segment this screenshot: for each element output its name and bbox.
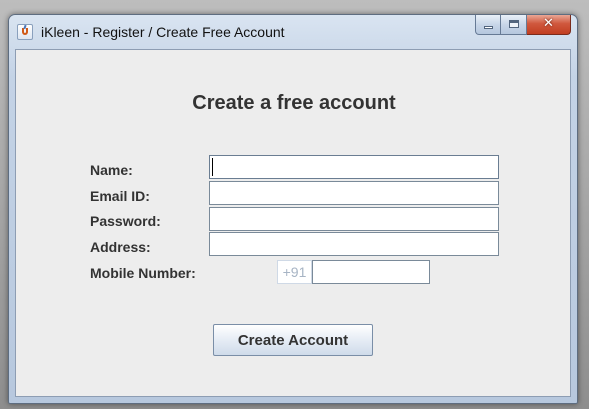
title-bar[interactable]: iKleen - Register / Create Free Account … [9, 15, 577, 49]
register-window: iKleen - Register / Create Free Account … [8, 14, 578, 404]
text-caret [212, 158, 213, 176]
maximize-icon [509, 20, 519, 28]
country-code-prefix: +91 [277, 260, 312, 284]
form-heading: Create a free account [192, 92, 396, 114]
mobile-input[interactable] [312, 260, 430, 284]
name-input[interactable] [209, 155, 499, 179]
create-account-button[interactable]: Create Account [213, 324, 373, 356]
minimize-icon [484, 26, 493, 29]
minimize-button[interactable] [475, 15, 501, 35]
mobile-label: Mobile Number: [90, 265, 196, 281]
password-input[interactable] [209, 207, 499, 231]
email-input[interactable] [209, 181, 499, 205]
maximize-button[interactable] [501, 15, 527, 35]
address-input[interactable] [209, 232, 499, 256]
window-controls: ✕ [475, 15, 571, 37]
close-icon: ✕ [543, 16, 554, 31]
email-label: Email ID: [90, 188, 150, 204]
name-label: Name: [90, 162, 133, 178]
window-title: iKleen - Register / Create Free Account [41, 24, 285, 40]
address-label: Address: [90, 239, 151, 255]
java-cup-icon[interactable] [17, 24, 33, 40]
password-label: Password: [90, 213, 161, 229]
form-panel: Create a free account Name: Email ID: Pa… [15, 49, 571, 397]
close-button[interactable]: ✕ [527, 15, 571, 35]
